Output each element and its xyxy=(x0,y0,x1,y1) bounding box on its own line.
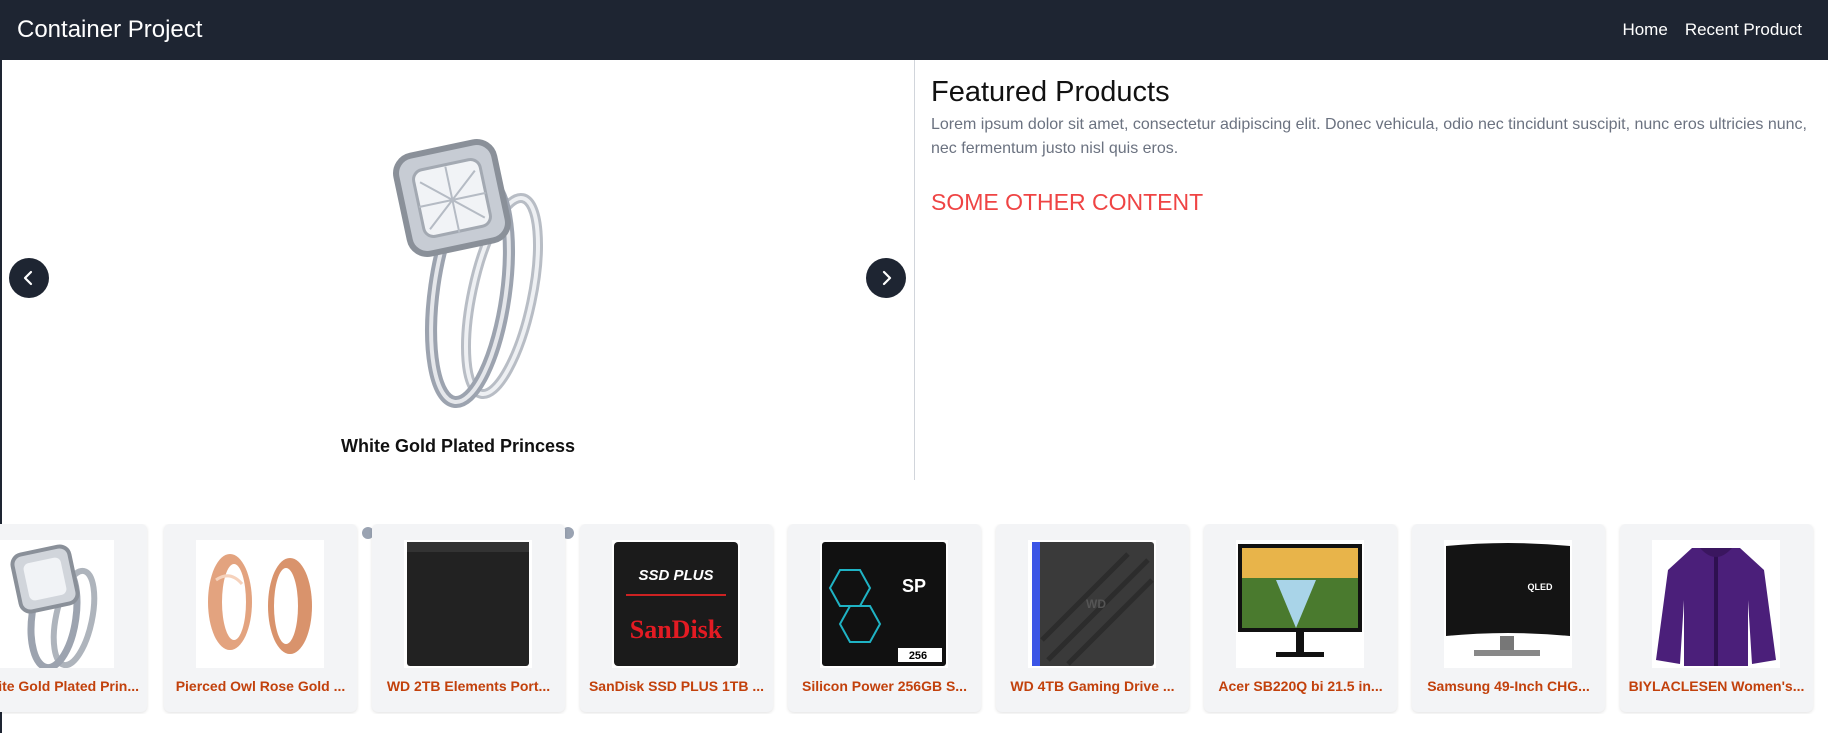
product-card[interactable]: WD WD 4TB Gaming Drive ... xyxy=(996,524,1189,712)
product-card[interactable]: BIYLACLESEN Women's... xyxy=(1620,524,1813,712)
product-image-hard-drive xyxy=(404,540,532,668)
product-card[interactable]: QLED Samsung 49-Inch CHG... xyxy=(1412,524,1605,712)
product-name: Acer SB220Q bi 21.5 in... xyxy=(1218,678,1383,694)
product-image-rose-gold-plugs xyxy=(196,540,324,668)
product-name: Samsung 49-Inch CHG... xyxy=(1427,678,1590,694)
svg-text:SSD PLUS: SSD PLUS xyxy=(638,567,713,584)
product-card[interactable]: SSD PLUS SanDisk SanDisk SSD PLUS 1TB ..… xyxy=(580,524,773,712)
nav-links: Home Recent Product xyxy=(1622,20,1802,40)
featured-description: Lorem ipsum dolor sit amet, consectetur … xyxy=(931,116,1807,157)
product-card[interactable]: Pierced Owl Rose Gold ... xyxy=(164,524,357,712)
carousel-prev-button[interactable] xyxy=(9,258,49,298)
product-card[interactable]: SP 256 Silicon Power 256GB S... xyxy=(788,524,981,712)
brand-title[interactable]: Container Project xyxy=(17,16,202,44)
other-content-heading: SOME OTHER CONTENT xyxy=(931,189,1204,215)
product-name: White Gold Plated Prin... xyxy=(0,678,139,694)
top-navbar: Container Project Home Recent Product xyxy=(0,0,1828,60)
svg-text:256: 256 xyxy=(909,650,927,662)
product-image-ssd: SSD PLUS SanDisk xyxy=(612,540,740,668)
product-image-monitor xyxy=(1236,540,1364,668)
product-name: WD 4TB Gaming Drive ... xyxy=(1010,678,1175,694)
product-name: Pierced Owl Rose Gold ... xyxy=(175,678,346,694)
column-divider xyxy=(914,60,915,480)
product-strip: White Gold Plated Prin... Pierced Owl Ro… xyxy=(0,524,1828,714)
product-card[interactable]: White Gold Plated Prin... xyxy=(0,524,147,712)
slide-title: White Gold Plated Princess xyxy=(340,436,576,456)
carousel-next-button[interactable] xyxy=(866,258,906,298)
featured-title: Featured Products xyxy=(931,76,1170,108)
product-card[interactable]: Acer SB220Q bi 21.5 in... xyxy=(1204,524,1397,712)
chevron-right-icon xyxy=(882,270,892,286)
product-name: SanDisk SSD PLUS 1TB ... xyxy=(588,678,765,694)
product-card[interactable]: WD 2TB Elements Port... xyxy=(372,524,565,712)
slide-image-ring xyxy=(393,139,543,409)
svg-text:QLED: QLED xyxy=(1527,582,1553,592)
featured-section: Featured Products Lorem ipsum dolor sit … xyxy=(931,76,1811,216)
chevron-left-icon xyxy=(23,270,33,286)
nav-link-recent-product[interactable]: Recent Product xyxy=(1685,20,1802,40)
svg-text:SanDisk: SanDisk xyxy=(630,615,723,644)
product-name: WD 2TB Elements Port... xyxy=(386,678,551,694)
product-carousel: White Gold Plated Princess xyxy=(2,60,914,539)
product-name: Silicon Power 256GB S... xyxy=(802,678,967,694)
product-name: BIYLACLESEN Women's... xyxy=(1628,678,1805,694)
product-image-gaming-drive: WD xyxy=(1028,540,1156,668)
svg-text:WD: WD xyxy=(1086,597,1106,611)
nav-link-home[interactable]: Home xyxy=(1622,20,1667,40)
svg-text:SP: SP xyxy=(902,576,926,596)
product-image-jacket xyxy=(1652,540,1780,668)
product-image-ring xyxy=(0,540,114,668)
product-image-curved-monitor: QLED xyxy=(1444,540,1572,668)
product-image-silicon-power-ssd: SP 256 xyxy=(820,540,948,668)
